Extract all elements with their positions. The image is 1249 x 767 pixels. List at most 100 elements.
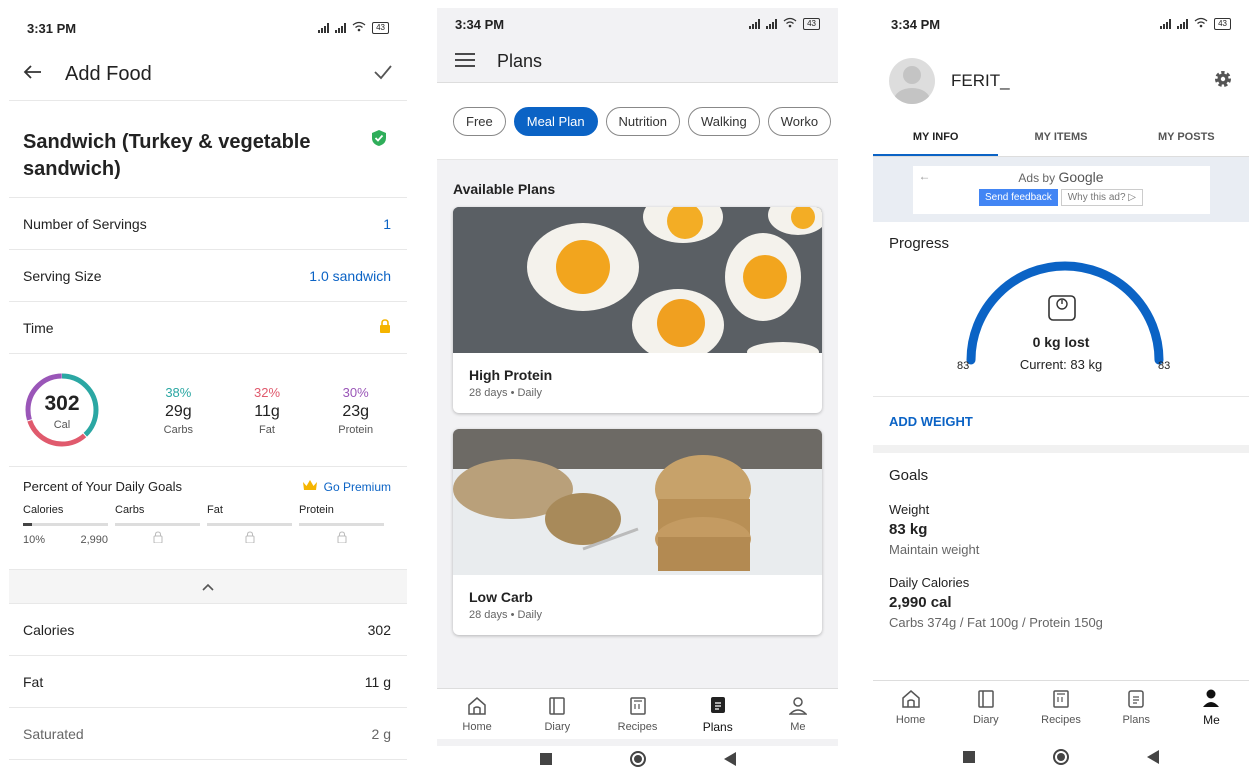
bottom-nav: Home Diary Recipes Plans Me (873, 680, 1249, 733)
nutrient-value: 302 (367, 621, 391, 638)
nutrient-label: Saturated (23, 725, 84, 742)
system-icons: 43 (749, 17, 820, 31)
ad-box: ← Ads by Google Send feedback Why this a… (912, 165, 1210, 214)
go-premium-link[interactable]: Go Premium (302, 479, 391, 494)
goals-section: Goals Weight 83 kg Maintain weight Daily… (873, 453, 1249, 630)
scale-icon (1047, 292, 1077, 327)
recents-square-icon[interactable] (539, 752, 552, 767)
why-this-ad-button[interactable]: Why this ad? ▷ (1060, 188, 1143, 206)
goal-calories-goal: 2,990 (80, 534, 108, 546)
servings-label: Number of Servings (23, 215, 147, 232)
progress-gauge: 0 kg lost Current: 83 kg 83 83 (873, 252, 1249, 396)
servings-row[interactable]: Number of Servings 1 (9, 198, 407, 250)
signal-icon (1160, 19, 1172, 29)
daily-goals-section: Percent of Your Daily Goals Go Premium C… (9, 467, 407, 570)
home-circle-icon[interactable] (1053, 748, 1069, 767)
goal-carbs: Carbs (115, 504, 200, 546)
nav-diary[interactable]: Diary (517, 689, 597, 739)
chip-free[interactable]: Free (453, 106, 506, 136)
signal-icon (318, 23, 330, 33)
lock-icon (299, 531, 384, 546)
avatar[interactable] (889, 58, 935, 104)
chip-nutrition[interactable]: Nutrition (605, 106, 680, 136)
nav-recipes-label: Recipes (1041, 713, 1081, 726)
collapse-toggle[interactable] (9, 570, 407, 604)
nutrient-label: Fat (23, 673, 44, 690)
serving-size-row[interactable]: Serving Size 1.0 sandwich (9, 250, 407, 302)
section-title: Available Plans (453, 181, 556, 197)
nutrient-value: 2 g (371, 725, 391, 742)
calorie-goal-label: Daily Calories (889, 575, 970, 590)
weight-goal-value: 83 kg (889, 521, 928, 538)
add-weight-button[interactable]: ADD WEIGHT (873, 396, 1249, 445)
nav-recipes[interactable]: Recipes (1023, 681, 1098, 733)
person-icon (788, 696, 808, 719)
plan-card-high-protein[interactable]: High Protein 28 days • Daily (453, 207, 822, 413)
ad-back-arrow-icon[interactable]: ← (919, 169, 931, 183)
goal-calories-label: Calories (23, 504, 64, 516)
chip-walking[interactable]: Walking (687, 106, 760, 136)
back-triangle-icon[interactable] (723, 751, 736, 767)
nav-home[interactable]: Home (437, 689, 517, 739)
tab-my-items[interactable]: MY ITEMS (998, 122, 1123, 156)
ad-label: Ads by Google (1018, 168, 1104, 185)
nutrient-row-fat: Fat 11 g (9, 656, 407, 708)
plan-card-low-carb[interactable]: Low Carb 28 days • Daily (453, 429, 822, 635)
fat-label: Fat (259, 423, 275, 436)
ad-banner: ← Ads by Google Send feedback Why this a… (873, 157, 1249, 222)
chip-workout[interactable]: Worko (767, 106, 832, 136)
nav-diary[interactable]: Diary (948, 681, 1023, 733)
filter-chips: Free Meal Plan Nutrition Walking Worko (437, 83, 838, 160)
serving-size-value[interactable]: 1.0 sandwich (309, 268, 391, 284)
nav-recipes[interactable]: Recipes (597, 689, 677, 739)
goal-protein: Protein (299, 504, 384, 546)
tab-my-posts[interactable]: MY POSTS (1124, 122, 1249, 156)
nav-home[interactable]: Home (873, 681, 948, 733)
chevron-up-icon (202, 578, 214, 596)
carbs-grams: 29g (164, 402, 192, 420)
tab-my-info[interactable]: MY INFO (873, 122, 999, 156)
status-bar: 3:34 PM 43 (437, 8, 838, 40)
back-arrow-icon[interactable] (23, 64, 43, 85)
food-header: Sandwich (Turkey & vegetable sandwich) (9, 101, 407, 198)
recents-square-icon[interactable] (963, 750, 975, 767)
confirm-check-icon[interactable] (373, 64, 393, 85)
battery-icon: 43 (372, 22, 389, 34)
calorie-goal-note: Carbs 374g / Fat 100g / Protein 150g (889, 615, 1103, 630)
nav-plans[interactable]: Plans (1099, 681, 1174, 733)
signal-icon (749, 19, 761, 29)
send-feedback-button[interactable]: Send feedback (979, 188, 1058, 206)
status-time: 3:31 PM (27, 20, 77, 36)
gear-icon[interactable] (1213, 69, 1233, 94)
time-row[interactable]: Time (9, 302, 407, 354)
macro-fat: 32% 11g Fat (230, 385, 305, 436)
progress-lost: 0 kg lost (1032, 334, 1090, 350)
system-icons: 43 (318, 21, 389, 35)
nav-me[interactable]: Me (1174, 681, 1249, 733)
nutrient-row-saturated: Saturated 2 g (9, 708, 407, 760)
plan-subtitle: 28 days • Daily (469, 387, 542, 399)
profile-tabs: MY INFO MY ITEMS MY POSTS (873, 122, 1249, 157)
hamburger-menu-icon[interactable] (455, 51, 475, 72)
nav-plans[interactable]: Plans (678, 689, 758, 739)
recipes-icon (1052, 689, 1070, 712)
page-title: Plans (497, 50, 543, 71)
divider (873, 445, 1249, 453)
weight-goal-label: Weight (889, 502, 930, 517)
goal-protein-label: Protein (299, 504, 334, 516)
back-triangle-icon[interactable] (1147, 749, 1159, 767)
nav-me-label: Me (790, 720, 806, 733)
nav-me[interactable]: Me (758, 689, 838, 739)
chip-meal-plan[interactable]: Meal Plan (513, 106, 598, 136)
nav-diary-label: Diary (972, 713, 999, 726)
macro-carbs: 38% 29g Carbs (141, 385, 216, 436)
weight-goal-note: Maintain weight (889, 542, 980, 557)
plans-icon (709, 695, 727, 718)
nutrient-label: Calories (23, 621, 75, 638)
page-title: Add Food (65, 62, 152, 85)
servings-value[interactable]: 1 (383, 216, 391, 232)
home-circle-icon[interactable] (629, 750, 646, 767)
carbs-pct: 38% (165, 384, 192, 400)
protein-grams: 23g (342, 402, 370, 420)
daily-goals-title: Percent of Your Daily Goals (23, 479, 182, 494)
